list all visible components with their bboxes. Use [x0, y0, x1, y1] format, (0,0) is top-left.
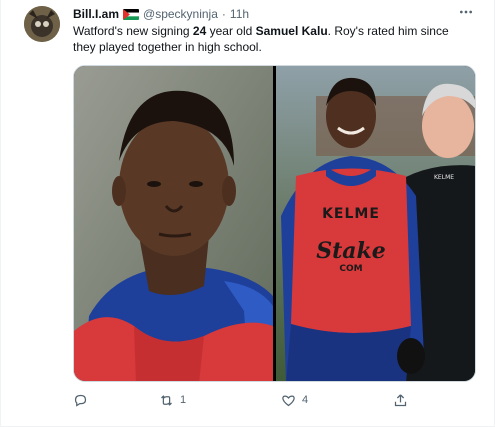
- reply-icon: [74, 394, 87, 407]
- share-icon: [394, 393, 407, 406]
- tweet-media[interactable]: KELME Stake COM KELME: [73, 65, 476, 382]
- tweet-header: Bill.I.am @speckyninja · 11h: [73, 6, 249, 22]
- retweet-button[interactable]: 1: [159, 393, 281, 408]
- reply-button[interactable]: [73, 393, 159, 408]
- retweet-count: 1: [180, 394, 187, 406]
- display-name[interactable]: Bill.I.am: [73, 7, 119, 21]
- bib-text-sponsor-suffix: COM: [339, 264, 363, 274]
- handle[interactable]: @speckyninja: [143, 7, 218, 21]
- tweet-text: Watford's new signing 24 year old Samuel…: [73, 23, 473, 55]
- jacket-logo-text: KELME: [434, 174, 455, 181]
- bib-text-sponsor: Stake: [316, 238, 386, 264]
- bib-text-brand: KELME: [322, 206, 380, 222]
- more-icon[interactable]: [456, 4, 476, 20]
- tweet-text-part: Watford's new signing: [73, 24, 193, 38]
- timestamp[interactable]: 11h: [230, 7, 249, 21]
- tweet-text-part: year old: [206, 24, 256, 38]
- tweet-actions: 1 4: [73, 390, 418, 410]
- like-count: 4: [302, 394, 309, 406]
- like-button[interactable]: 4: [281, 393, 393, 408]
- tweet[interactable]: Bill.I.am @speckyninja · 11h Watford's n…: [0, 0, 495, 427]
- retweet-icon: [161, 394, 172, 406]
- like-icon: [282, 394, 295, 406]
- palestine-flag-icon: [123, 8, 140, 20]
- avatar-image: [24, 6, 60, 42]
- separator-dot: ·: [221, 7, 226, 21]
- tweet-text-bold-age: 24: [192, 24, 207, 38]
- share-button[interactable]: [393, 393, 414, 408]
- avatar[interactable]: [24, 6, 60, 42]
- media-image-left[interactable]: [74, 66, 273, 381]
- tweet-text-bold-name: Samuel Kalu: [255, 24, 328, 38]
- media-image-right[interactable]: KELME Stake COM KELME: [276, 66, 475, 381]
